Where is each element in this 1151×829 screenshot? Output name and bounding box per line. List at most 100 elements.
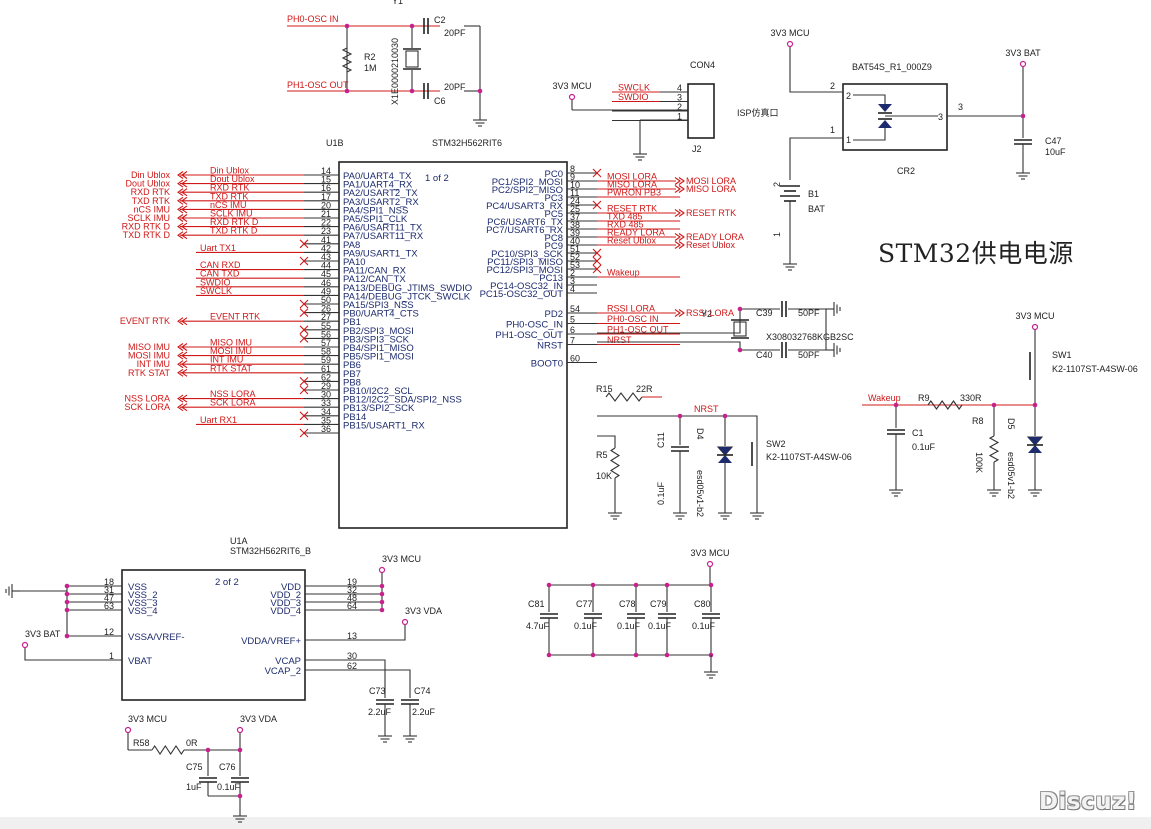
- resistor-r9-ref: R9: [918, 393, 930, 403]
- cap-c76-ref: C76: [219, 762, 236, 772]
- power-rail-label: 3V3 MCU: [128, 714, 167, 724]
- resistor-r58-value: 0R: [186, 738, 198, 748]
- isp-connector-ref: CON4: [690, 60, 715, 70]
- power-rail-label: 3V3 BAT: [1005, 48, 1041, 58]
- power-rail-label: 3V3 VDA: [240, 714, 277, 724]
- switch-sw2-part: K2-1107ST-A4SW-06: [766, 452, 852, 462]
- u1b-pin-name: PH0-OSC_IN: [506, 320, 563, 331]
- vbat-wire: [24, 648, 67, 661]
- cap-c47-ref: C47: [1045, 136, 1062, 146]
- resistor-r58-ref: R58: [133, 738, 150, 748]
- mcu-u1b-unit: 1 of 2: [425, 173, 449, 184]
- decoupling-cap-value: 0.1uF: [648, 621, 672, 631]
- tvs-d4-ref: D4: [695, 428, 705, 440]
- boot0-wire: [597, 435, 616, 448]
- u1b-offpage-label: EVENT RTK: [120, 316, 170, 326]
- u1b-net-label: SCK LORA: [210, 398, 256, 408]
- junction-dot: [409, 88, 415, 94]
- power-rail-symbol: [378, 566, 386, 574]
- junction-dot: [379, 599, 385, 605]
- junction-dot: [237, 793, 243, 799]
- u1b-net-label: NRST: [607, 335, 632, 345]
- crystal-r2-ref: R2: [364, 52, 376, 62]
- tvs-d5-ref: D5: [1006, 418, 1016, 430]
- resistor-r9-value: 330R: [960, 393, 982, 403]
- u1b-pin-name: PH1-OSC_OUT: [495, 330, 563, 341]
- crystal-y2-ref: Y2: [701, 309, 712, 319]
- junction-dot: [64, 607, 70, 613]
- diode-cr2-pin: 3: [958, 102, 963, 112]
- u1a-pin-name: VDD_4: [270, 606, 301, 617]
- switch-sw2-ref: SW2: [766, 439, 786, 449]
- u1a-pin-number: 62: [347, 661, 357, 671]
- crystal-resistor-r2: [341, 47, 353, 73]
- cap-c11-value: 0.1uF: [656, 481, 666, 505]
- crystal-y1: [405, 50, 419, 68]
- diode-cr2-wire: [789, 47, 843, 93]
- resistor-r9: [927, 400, 963, 410]
- decoupling-cap-value: 0.1uF: [617, 621, 641, 631]
- junction-dot: [664, 652, 670, 658]
- junction-dot: [64, 599, 70, 605]
- u1b-pin-number: 54: [570, 304, 580, 314]
- u1b-net-label: Uart TX1: [200, 243, 236, 253]
- isp-connector-j2: [687, 83, 715, 139]
- resistor-r5: [609, 447, 621, 479]
- isp-pin-number: 4: [677, 83, 682, 93]
- crystal-out-label: PH1-OSC OUT: [287, 80, 349, 90]
- power-rail-label: 3V3 MCU: [382, 554, 421, 564]
- u1b-offpage-label: SCK LORA: [124, 402, 170, 412]
- u1b-net-label: Reset Ublox: [607, 236, 657, 246]
- crystal-c2-ref: C2: [434, 15, 446, 25]
- diode-cr2-pin-inner: 1: [846, 135, 851, 145]
- junction-dot: [477, 88, 483, 94]
- power-rail-label: 3V3 MCU: [552, 81, 591, 91]
- junction-dot: [633, 652, 639, 658]
- power-rail-symbol: [236, 726, 244, 734]
- switch-sw1-ref: SW1: [1052, 350, 1072, 360]
- resistor-r8-value: 100K: [974, 452, 984, 473]
- mcu-u1a-part: STM32H562RIT6_B: [230, 546, 311, 556]
- u1b-offpage-label: Reset Ublox: [686, 240, 736, 250]
- crystal-c6-ref: C6: [434, 96, 446, 106]
- power-rail-label: 3V3 MCU: [1015, 311, 1054, 321]
- decoupling-cap-value: 0.1uF: [692, 621, 716, 631]
- junction-dot: [344, 23, 350, 29]
- power-rail-label: 3V3 MCU: [690, 548, 729, 558]
- cap-c40-value: 50PF: [798, 350, 820, 360]
- battery-pin: 2: [772, 182, 782, 187]
- diode-cr2-wire: [853, 94, 886, 104]
- u1b-pin-number: 36: [321, 424, 331, 434]
- u1a-pin-name: VSSA/VREF-: [128, 632, 185, 643]
- decoupling-cap-value: 0.1uF: [574, 621, 598, 631]
- decoupling-cap-ref: C79: [650, 599, 667, 609]
- cap-c47-value: 10uF: [1045, 147, 1066, 157]
- u1b-pin-name: NRST: [537, 341, 563, 352]
- u1a-pin-number: 13: [347, 631, 357, 641]
- u1a-pin-name: VDDA/VREF+: [241, 636, 301, 647]
- battery-b1-value: BAT: [808, 204, 825, 214]
- isp-connector-label: ISP仿真口: [737, 107, 779, 118]
- crystal-c2-value: 20PF: [444, 28, 466, 38]
- u1b-offpage-label: MISO LORA: [686, 184, 736, 194]
- resistor-r8: [988, 435, 1000, 463]
- junction-dot: [737, 306, 743, 312]
- junction-dot: [708, 582, 714, 588]
- junction-dot: [737, 347, 743, 353]
- tvs-d4: [718, 447, 732, 455]
- power-rail-symbol: [1019, 60, 1027, 68]
- tvs-d4: [718, 455, 732, 463]
- u1b-net-label: Uart RX1: [200, 415, 237, 425]
- mcu-u1a-ref: U1A: [230, 536, 248, 546]
- resistor-r15-ref: R15: [596, 384, 613, 394]
- power-rail-symbol: [706, 560, 714, 568]
- junction-dot: [893, 402, 899, 408]
- battery-wire: [789, 137, 843, 180]
- u1b-pin-name: BOOT0: [531, 359, 563, 370]
- power-rail-symbol: [21, 641, 29, 649]
- junction-dot: [64, 591, 70, 597]
- u1b-net-label: Wakeup: [607, 268, 640, 278]
- decoupling-cap-value: 4.7uF: [526, 621, 550, 631]
- isp-connector-ref2: J2: [692, 144, 702, 154]
- decoupling-cap-ref: C78: [619, 599, 636, 609]
